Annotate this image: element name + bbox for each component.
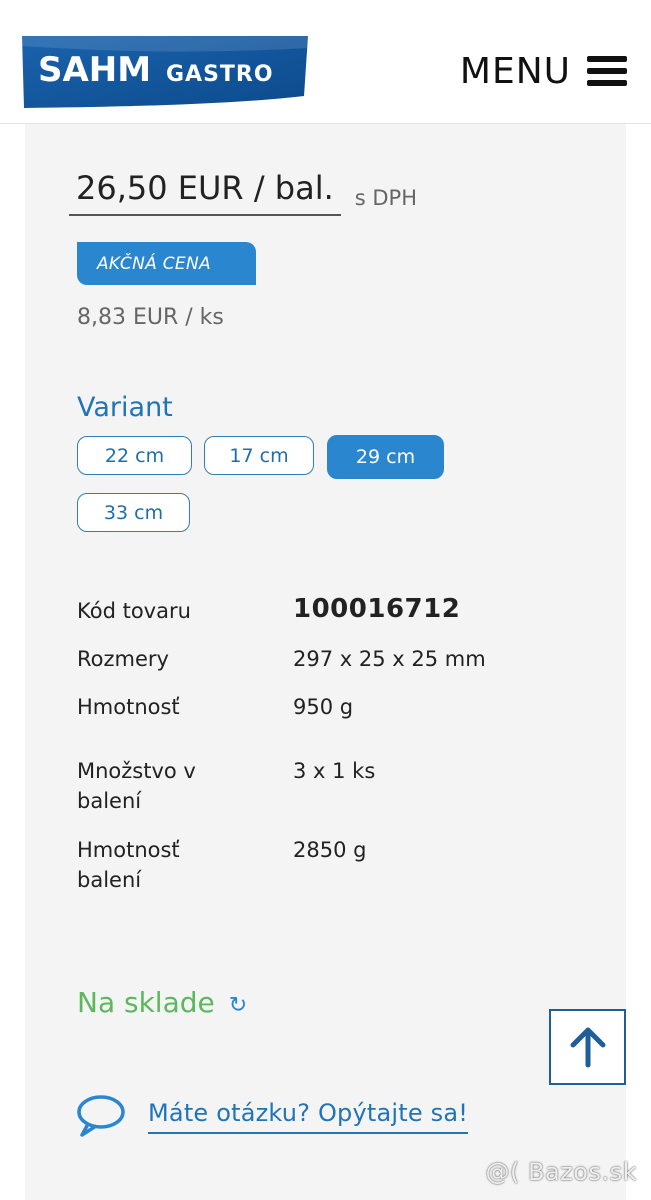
vat-note: s DPH <box>354 186 418 210</box>
variant-option-22cm[interactable]: 22 cm <box>77 436 192 475</box>
spec-value-package-weight: 2850 g <box>293 838 367 862</box>
spec-label-dimensions: Rozmery <box>77 647 169 671</box>
availability-status: Na sklade ↻ <box>77 986 247 1019</box>
arrow-up-icon <box>570 1027 605 1068</box>
unit-price: 8,83 EUR / ks <box>77 305 224 330</box>
refresh-icon: ↻ <box>228 993 248 1018</box>
spec-value-code: 100016712 <box>293 594 461 624</box>
spec-value-dimensions: 297 x 25 x 25 mm <box>293 647 486 671</box>
menu-button[interactable]: MENU <box>460 48 627 94</box>
menu-label: MENU <box>459 50 571 92</box>
site-header: SAHM GASTRO MENU <box>0 0 651 124</box>
variant-option-29cm-selected[interactable]: 29 cm <box>327 435 444 479</box>
logo-secondary-text: GASTRO <box>166 62 274 87</box>
variant-option-17cm[interactable]: 17 cm <box>204 436 314 475</box>
availability-label: Na sklade <box>77 986 215 1019</box>
spec-label-package-weight: Hmotnosť balení <box>77 838 180 892</box>
spec-label-weight: Hmotnosť <box>77 695 180 719</box>
price-row: 26,50 EUR / bal. s DPH <box>69 168 417 216</box>
scroll-to-top-button[interactable] <box>549 1009 626 1085</box>
ask-question-link[interactable]: Máte otázku? Opýtajte sa! <box>148 1099 469 1134</box>
spec-label-code: Kód tovaru <box>77 599 191 623</box>
sale-badge: AKČNÁ CENA <box>77 242 256 285</box>
hamburger-icon <box>587 56 627 86</box>
chat-bubble-icon <box>77 1095 125 1137</box>
variant-title: Variant <box>77 392 173 423</box>
product-price: 26,50 EUR / bal. <box>69 168 341 216</box>
spec-value-quantity: 3 x 1 ks <box>293 759 376 783</box>
bazos-watermark: @( Bazos.sk <box>485 1158 637 1186</box>
spec-value-weight: 950 g <box>293 695 354 719</box>
logo-primary-text: SAHM <box>38 50 151 90</box>
sahm-gastro-logo[interactable]: SAHM GASTRO <box>20 34 310 108</box>
ask-question-row[interactable]: Máte otázku? Opýtajte sa! <box>76 1094 469 1138</box>
spec-label-quantity: Množstvo v balení <box>77 759 196 813</box>
variant-option-33cm[interactable]: 33 cm <box>77 493 190 532</box>
